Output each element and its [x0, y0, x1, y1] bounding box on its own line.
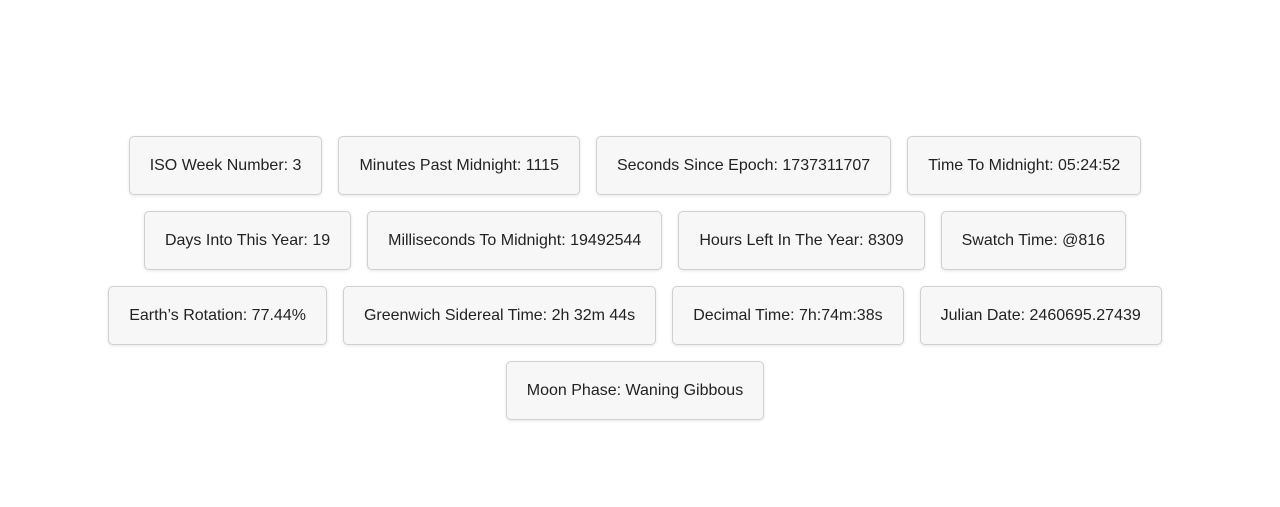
tile-time-to-midnight: Time To Midnight: 05:24:52	[907, 136, 1142, 195]
tile-iso-week-number: ISO Week Number: 3	[128, 136, 323, 195]
tile-hours-left-in-year: Hours Left In The Year: 8309	[678, 211, 925, 270]
tile-greenwich-sidereal-time: Greenwich Sidereal Time: 2h 32m 44s	[342, 286, 657, 345]
tile-milliseconds-to-midnight: Milliseconds To Midnight: 19492544	[367, 211, 663, 270]
tile-moon-phase: Moon Phase: Waning Gibbous	[505, 361, 765, 420]
tile-decimal-time: Decimal Time: 7h:74m:38s	[672, 286, 904, 345]
time-info-grid: ISO Week Number: 3 Minutes Past Midnight…	[90, 136, 1180, 420]
tile-seconds-since-epoch: Seconds Since Epoch: 1737311707	[595, 136, 892, 195]
tile-minutes-past-midnight: Minutes Past Midnight: 1115	[338, 136, 580, 195]
tile-julian-date: Julian Date: 2460695.27439	[919, 286, 1162, 345]
tile-earths-rotation: Earth’s Rotation: 77.44%	[108, 286, 327, 345]
tile-days-into-year: Days Into This Year: 19	[143, 211, 352, 270]
tile-swatch-time: Swatch Time: @816	[940, 211, 1127, 270]
page: ISO Week Number: 3 Minutes Past Midnight…	[0, 0, 1280, 507]
